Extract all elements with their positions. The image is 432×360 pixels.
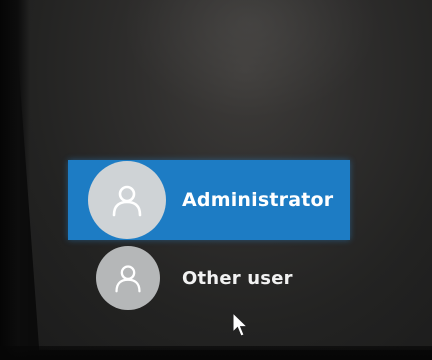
mouse-pointer-icon	[232, 312, 249, 337]
monitor-bezel-bottom	[0, 346, 432, 360]
monitor-bezel-left	[0, 0, 30, 360]
user-avatar	[96, 246, 160, 310]
screen-glare	[120, 0, 380, 120]
user-icon	[112, 185, 142, 217]
user-tile-administrator[interactable]: Administrator	[68, 160, 350, 240]
login-screen-photo: Administrator Other user	[0, 0, 432, 360]
user-account-list: Administrator Other user	[68, 160, 350, 313]
user-name-label: Administrator	[182, 189, 334, 211]
user-name-label: Other user	[182, 267, 293, 289]
user-tile-other-user[interactable]: Other user	[68, 243, 350, 313]
user-icon	[115, 265, 141, 293]
user-avatar	[88, 161, 166, 239]
